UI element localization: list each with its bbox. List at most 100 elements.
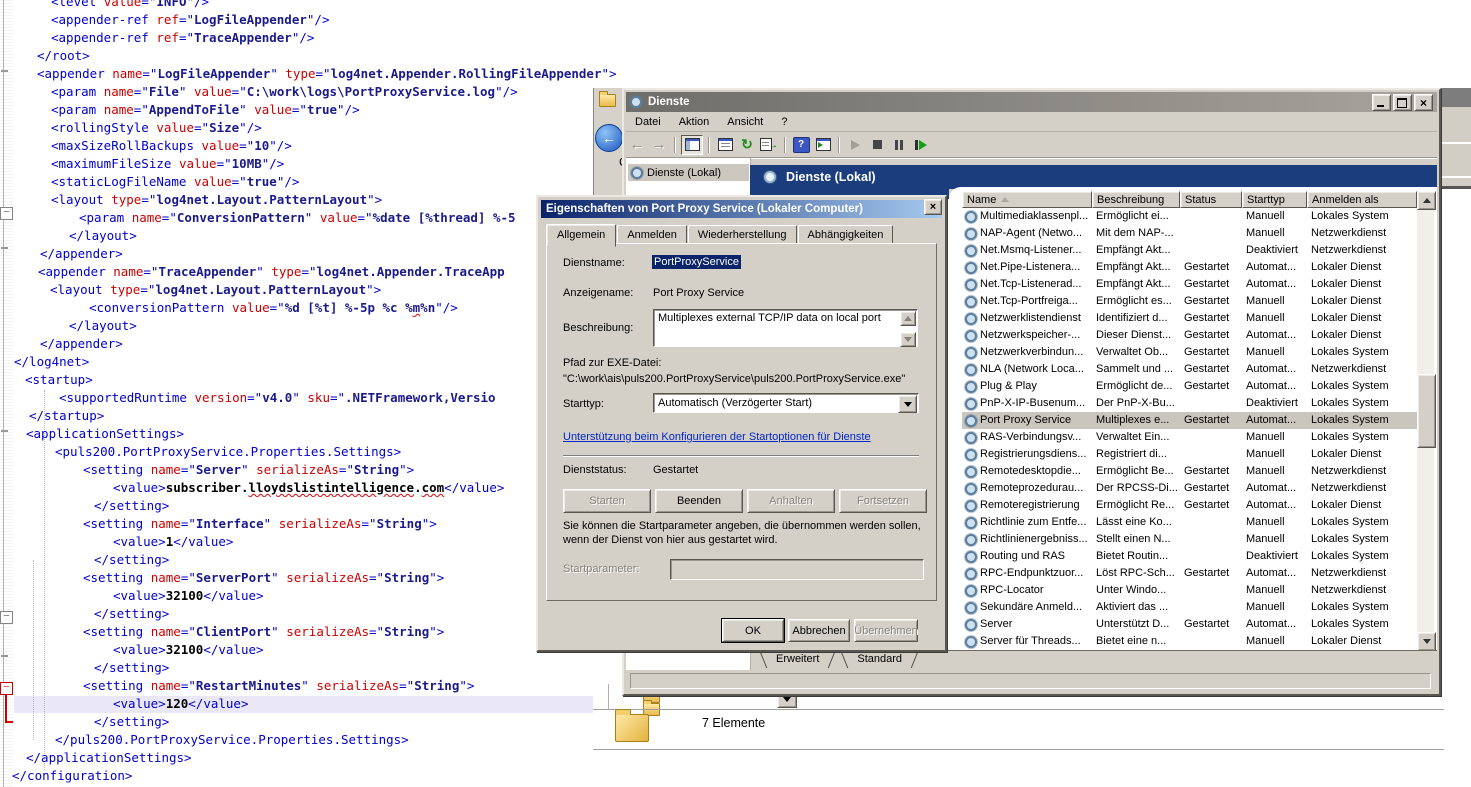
service-row[interactable]: Registrierungsdiens...Registriert di...M…: [962, 446, 1417, 463]
show-console-tree-icon[interactable]: [681, 135, 703, 155]
services-window-titlebar[interactable]: Dienste ×: [626, 92, 1437, 112]
back-icon[interactable]: ←: [627, 136, 647, 154]
sort-ascending-icon: [1001, 197, 1009, 202]
service-row[interactable]: Richtlinie zum Entfe...Lässt eine Ko...M…: [962, 514, 1417, 531]
menu-hilfe[interactable]: ?: [772, 114, 796, 130]
service-row[interactable]: RAS-Verbindungsv...Verwaltet Ein...Manue…: [962, 429, 1417, 446]
status-bar: [626, 670, 1437, 690]
display-name-label: Anzeigename:: [563, 287, 633, 299]
service-row[interactable]: Richtlinienergebniss...Stellt einen N...…: [962, 531, 1417, 548]
tab-standard[interactable]: Standard: [845, 650, 914, 668]
code-line[interactable]: <appender-ref ref="TraceAppender"/>: [7, 29, 1471, 47]
service-row[interactable]: Netzwerkverbindun...Verwaltet Ob...Gesta…: [962, 344, 1417, 361]
code-line[interactable]: <appender-ref ref="LogFileAppender"/>: [7, 11, 1471, 29]
menu-ansicht[interactable]: Ansicht: [718, 114, 772, 130]
service-row[interactable]: ServerUnterstützt D...GestartetAutomat..…: [962, 616, 1417, 633]
service-row-selected[interactable]: Port Proxy ServiceMultiplexes e...Gestar…: [962, 412, 1417, 429]
stop-service-icon[interactable]: [867, 136, 887, 154]
startup-type-combobox[interactable]: Automatisch (Verzögerter Start): [653, 393, 919, 413]
forward-icon[interactable]: →: [649, 136, 669, 154]
triangle-up-icon: [904, 316, 912, 321]
triangle-down-icon: [1423, 639, 1431, 644]
column-header-anmelden-als[interactable]: Anmelden als: [1307, 191, 1417, 208]
services-header-icon: [764, 171, 776, 183]
service-row[interactable]: NetzwerklistendienstIdentifiziert d...Ge…: [962, 310, 1417, 327]
service-properties-dialog: Eigenschaften von Port Proxy Service (Lo…: [536, 195, 947, 652]
restart-service-icon[interactable]: [911, 136, 931, 154]
code-line[interactable]: </root>: [7, 47, 1471, 65]
code-line[interactable]: </configuration>: [7, 767, 1471, 785]
service-gear-icon: [965, 636, 977, 648]
back-button[interactable]: ←: [595, 124, 623, 152]
column-header-name[interactable]: Name: [962, 191, 1092, 208]
column-header-beschreibung[interactable]: Beschreibung: [1092, 191, 1180, 208]
items-count-label: 7 Elemente: [702, 716, 765, 730]
service-status-label: Dienststatus:: [563, 464, 627, 476]
dialog-close-button[interactable]: ×: [924, 199, 942, 215]
refresh-icon[interactable]: ↻: [737, 136, 757, 154]
menu-aktion[interactable]: Aktion: [670, 114, 719, 130]
service-row[interactable]: Net.Msmq-Listener...Empfängt Akt...Deakt…: [962, 242, 1417, 259]
service-row[interactable]: Multimediaklassenpl...Ermöglicht ei...Ma…: [962, 208, 1417, 225]
tab-erweitert[interactable]: Erweitert: [764, 650, 831, 668]
minimize-button[interactable]: [1372, 94, 1391, 111]
service-row[interactable]: Remotedesktopdie...Ermöglicht Be...Gesta…: [962, 463, 1417, 480]
pause-service-icon[interactable]: [889, 136, 909, 154]
tree-item-dienste-lokal[interactable]: Dienste (Lokal): [628, 164, 749, 181]
service-row[interactable]: Net.Pipe-Listenera...Empfängt Akt...Gest…: [962, 259, 1417, 276]
dialog-title: Eigenschaften von Port Proxy Service (Lo…: [546, 203, 863, 215]
export-list-icon[interactable]: →: [759, 136, 779, 154]
service-gear-icon: [965, 313, 977, 325]
code-line[interactable]: <level value="INFO"/>: [7, 0, 1471, 11]
service-row[interactable]: Routing und RASBietet Routin...Deaktivie…: [962, 548, 1417, 565]
chevron-down-icon: [904, 402, 912, 407]
combobox-drop-button[interactable]: [898, 395, 917, 413]
service-gear-icon: [965, 500, 977, 512]
column-header-status[interactable]: Status: [1180, 191, 1242, 208]
scroll-down-button: [900, 332, 916, 347]
service-row[interactable]: NLA (Network Loca...Sammelt und ...Gesta…: [962, 361, 1417, 378]
service-row[interactable]: Net.Tcp-Portfreiga...Ermöglicht es...Ges…: [962, 293, 1417, 310]
tab-allgemein[interactable]: Allgemein: [546, 224, 616, 247]
scrollbar-up-button[interactable]: [1417, 191, 1436, 210]
service-name-value[interactable]: PortProxyService: [652, 255, 741, 269]
close-button[interactable]: ×: [1414, 94, 1433, 111]
properties-icon[interactable]: [715, 136, 735, 154]
service-row[interactable]: RPC-Endpunktzuor...Löst RPC-Sch...Gestar…: [962, 565, 1417, 582]
scrollbar-thumb[interactable]: [1417, 374, 1436, 448]
dialog-titlebar[interactable]: Eigenschaften von Port Proxy Service (Lo…: [541, 200, 942, 218]
description-box[interactable]: Multiplexes external TCP/IP data on loca…: [653, 309, 918, 347]
service-row[interactable]: Netzwerkspeicher-...Dieser Dienst...Gest…: [962, 327, 1417, 344]
service-gear-icon: [965, 534, 977, 546]
close-icon: ×: [1420, 96, 1427, 110]
service-name-label: Dienstname:: [563, 257, 625, 269]
maximize-button[interactable]: [1393, 94, 1412, 111]
service-row[interactable]: Remoteprozedurau...Der RPCSS-Di...Gestar…: [962, 480, 1417, 497]
service-row[interactable]: NAP-Agent (Netwo...Mit dem NAP-...Manuel…: [962, 225, 1417, 242]
scrollbar-down-button[interactable]: [1417, 632, 1436, 650]
startup-options-help-link[interactable]: Unterstützung beim Konfigurieren der Sta…: [563, 431, 871, 443]
code-line[interactable]: <appender name="LogFileAppender" type="l…: [7, 65, 1471, 83]
code-line[interactable]: </applicationSettings>: [7, 749, 1471, 767]
show-action-pane-icon[interactable]: [813, 136, 833, 154]
stop-button[interactable]: Beenden: [655, 489, 743, 513]
scroll-up-button: [900, 311, 916, 326]
ok-button[interactable]: OK: [722, 619, 784, 642]
service-row[interactable]: PnP-X-IP-Busenum...Der PnP-X-Bu...Deakti…: [962, 395, 1417, 412]
service-gear-icon: [965, 296, 977, 308]
exe-path-value: "C:\work\ais\puls200.PortProxyService\pu…: [563, 373, 905, 385]
service-row[interactable]: RPC-LocatorUnter Windo...ManuellNetzwerk…: [962, 582, 1417, 599]
menu-datei[interactable]: Datei: [626, 114, 670, 130]
start-button: Starten: [563, 489, 651, 513]
service-row[interactable]: Plug & PlayErmöglicht de...GestartetAuto…: [962, 378, 1417, 395]
cancel-button[interactable]: Abbrechen: [788, 619, 850, 642]
service-row[interactable]: RemoteregistrierungErmöglicht Re...Gesta…: [962, 497, 1417, 514]
service-row[interactable]: Net.Tcp-Listenerad...Empfängt Akt...Gest…: [962, 276, 1417, 293]
start-params-label: Startparameter:: [563, 563, 639, 575]
service-row[interactable]: Sekundäre Anmeld...Aktiviert das ...Manu…: [962, 599, 1417, 616]
service-gear-icon: [965, 568, 977, 580]
service-row[interactable]: Server für Threads...Bietet eine n...Man…: [962, 633, 1417, 650]
service-gear-icon: [965, 381, 977, 393]
help-icon[interactable]: ?: [791, 136, 811, 154]
column-header-starttyp[interactable]: Starttyp: [1242, 191, 1307, 208]
